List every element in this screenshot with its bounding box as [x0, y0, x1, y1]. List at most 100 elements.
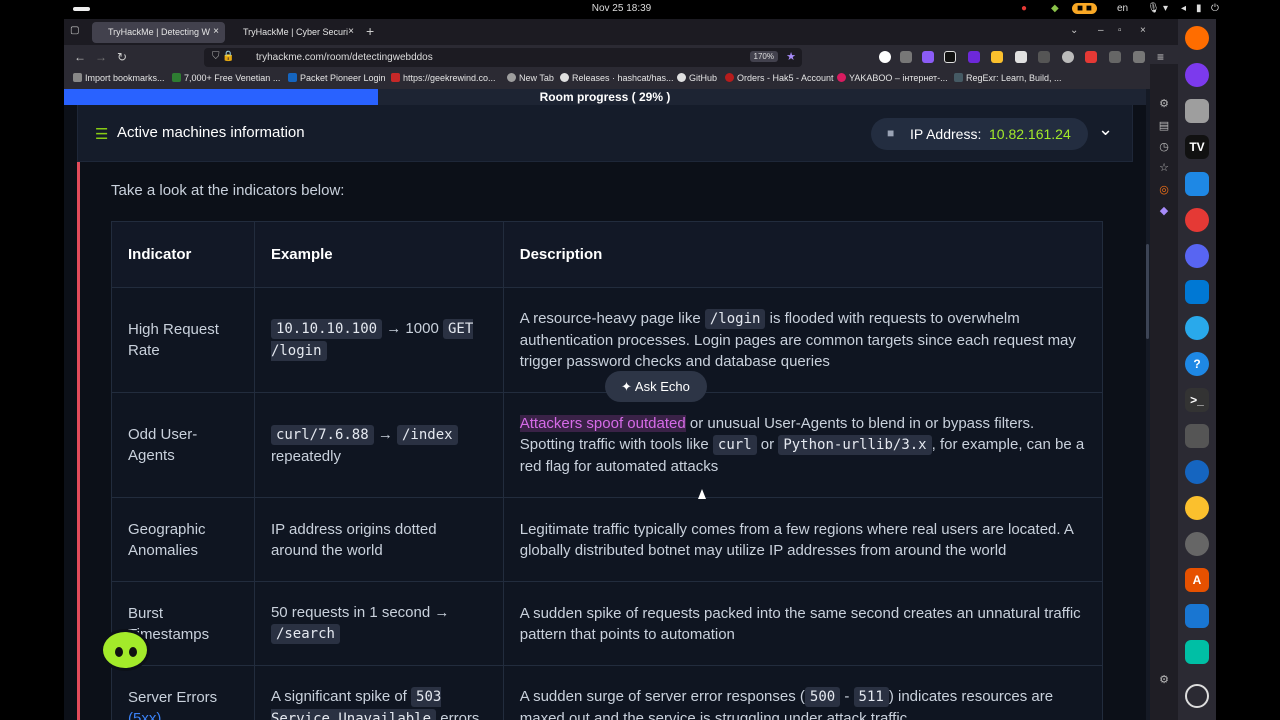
chevron-down-icon[interactable]: ⌄ — [1098, 119, 1113, 140]
description-cell: A resource-heavy page like /login is flo… — [502, 287, 1104, 393]
extension-icon[interactable] — [1085, 51, 1097, 63]
description-cell: A sudden spike of requests packed into t… — [502, 581, 1104, 666]
firefox-icon[interactable] — [1185, 26, 1209, 50]
shield-icon[interactable]: ◆ — [1051, 3, 1059, 14]
mascot-assistant-button[interactable] — [100, 629, 150, 671]
gimp-icon[interactable] — [1185, 424, 1209, 448]
favicon-icon — [172, 73, 181, 82]
bookmark-item[interactable]: Orders - Hak5 - Account — [725, 73, 834, 83]
power-icon[interactable]: ⏻ — [1211, 3, 1219, 14]
help-icon[interactable]: ? — [1185, 352, 1209, 376]
terminal-icon[interactable]: >_ — [1185, 388, 1209, 412]
sidebar-settings-icon[interactable]: ⚙ — [1157, 673, 1171, 687]
reload-icon[interactable]: ↻ — [117, 50, 127, 64]
back-arrow-icon[interactable]: ← — [74, 50, 86, 64]
ask-echo-button[interactable]: ✦ Ask Echo — [605, 371, 707, 402]
extension-icon[interactable] — [1015, 51, 1027, 63]
inline-code: /search — [270, 624, 340, 644]
browser-chrome: ▢ TryHackMe | Detecting W × TryHackMe | … — [64, 19, 1178, 89]
battery-icon[interactable]: ▮ — [1196, 3, 1202, 14]
sidebar-extension-icon[interactable]: ◆ — [1157, 204, 1171, 218]
ip-address-pill[interactable]: ■ IP Address: 10.82.161.24 — [871, 118, 1088, 150]
inline-code: 511 — [853, 687, 889, 707]
extension-icon[interactable] — [922, 51, 934, 63]
bookmark-item[interactable]: Releases · hashcat/has... — [560, 73, 674, 83]
bookmarks-toolbar: Import bookmarks... 7,000+ Free Venetian… — [64, 70, 1178, 89]
extension-icon[interactable] — [879, 51, 891, 63]
bookmark-star-icon[interactable]: ★ — [786, 50, 796, 63]
inline-code: Python-urllib/3.x — [778, 435, 932, 455]
wireshark-icon[interactable] — [1185, 604, 1209, 628]
tab-cyber-security[interactable]: TryHackMe | Cyber Securi × — [227, 22, 360, 43]
tradingview-icon[interactable]: TV — [1185, 135, 1209, 159]
keyboard-layout-indicator[interactable]: en — [1117, 3, 1128, 14]
bookmark-item[interactable]: RegExr: Learn, Build, ... — [954, 73, 1062, 83]
minimize-button[interactable]: – — [1098, 25, 1104, 36]
clock-app-icon[interactable] — [1185, 532, 1209, 556]
ip-address-label: IP Address: — [910, 126, 982, 142]
extension-icon[interactable] — [900, 51, 912, 63]
ubuntu-apps-icon[interactable] — [1185, 684, 1209, 708]
extension-icon[interactable] — [944, 51, 956, 63]
close-window-button[interactable]: × — [1140, 25, 1146, 36]
extension-icon[interactable] — [968, 51, 980, 63]
wifi-icon[interactable]: ▾ — [1163, 3, 1168, 14]
thunderbird-icon[interactable] — [1185, 460, 1209, 484]
sidebar-extension-icon[interactable]: ◎ — [1157, 183, 1171, 197]
close-tab-icon[interactable]: × — [213, 26, 219, 37]
close-tab-icon[interactable]: × — [348, 26, 354, 37]
bookmark-item[interactable]: YAKABOO – інтернет-... — [837, 73, 948, 83]
extension-icon[interactable] — [1062, 51, 1074, 63]
app-indicator-icon[interactable]: ● — [1021, 3, 1027, 14]
rhythmbox-icon[interactable] — [1185, 496, 1209, 520]
tab-detecting-web-ddos[interactable]: TryHackMe | Detecting W × — [92, 22, 225, 43]
microphone-icon[interactable]: 🎙 — [1147, 3, 1160, 14]
history-icon[interactable]: ◷ — [1157, 140, 1171, 154]
bookmark-item[interactable]: GitHub — [677, 73, 717, 83]
bookmark-item[interactable]: New Tab — [507, 73, 554, 83]
app-icon[interactable] — [1185, 640, 1209, 664]
bookmarks-icon[interactable]: ☆ — [1157, 161, 1171, 175]
ip-address-value[interactable]: 10.82.161.24 — [989, 126, 1071, 142]
document-editor-icon[interactable] — [1185, 172, 1209, 196]
extension-icon[interactable] — [1038, 51, 1050, 63]
files-icon[interactable] — [1185, 99, 1209, 123]
new-tab-button[interactable]: + — [366, 23, 374, 39]
inline-code: curl — [712, 435, 757, 455]
task-accent-bar — [77, 162, 80, 720]
maximize-button[interactable]: ▫ — [1118, 25, 1122, 36]
address-bar[interactable]: ⛉ 🔒 tryhackme.com/room/detectingwebddos … — [204, 48, 802, 67]
settings-gear-icon[interactable]: ⚙ — [1157, 97, 1171, 111]
tracking-protection-shield-icon[interactable]: ⛉ 🔒 — [212, 51, 235, 62]
highlighted-text[interactable]: Attackers spoof outdated — [519, 415, 686, 432]
status-code-link[interactable]: (5xx) — [128, 710, 161, 720]
bookmark-item[interactable]: 7,000+ Free Venetian ... — [172, 73, 280, 83]
discord-icon[interactable] — [1185, 244, 1209, 268]
volume-icon[interactable]: ◂ — [1181, 3, 1186, 14]
extension-icon[interactable] — [1133, 51, 1145, 63]
tor-browser-icon[interactable] — [1185, 63, 1209, 87]
screen-record-icon[interactable]: ■ ■ — [1072, 3, 1097, 14]
bookmark-item[interactable]: Packet Pioneer Login — [288, 73, 386, 83]
extension-icon[interactable] — [991, 51, 1003, 63]
ask-echo-label: Ask Echo — [634, 379, 690, 394]
app-icon[interactable] — [1185, 208, 1209, 232]
mascot-eye — [115, 647, 123, 657]
tab-list-chevron-icon[interactable]: ⌄ — [1070, 25, 1078, 36]
bookmark-item[interactable]: https://geekrewind.co... — [391, 73, 496, 83]
url-text[interactable]: tryhackme.com/room/detectingwebddos — [256, 52, 433, 63]
app-center-icon[interactable]: A — [1185, 568, 1209, 592]
table-row: Burst Timestamps 50 requests in 1 second… — [111, 581, 1104, 666]
vscode-icon[interactable] — [1185, 280, 1209, 304]
scrollbar-thumb[interactable] — [1146, 244, 1149, 339]
forward-arrow-icon[interactable]: → — [95, 50, 107, 64]
bookmark-item[interactable]: Import bookmarks... — [73, 73, 165, 83]
inline-code: 10.10.10.100 — [270, 319, 383, 339]
telegram-icon[interactable] — [1185, 316, 1209, 340]
menu-icon[interactable]: ≡ — [1157, 50, 1164, 64]
tab-overview-icon[interactable]: ▢ — [70, 25, 79, 36]
zoom-level[interactable]: 170% — [749, 51, 778, 62]
extension-icon[interactable] — [1109, 51, 1121, 63]
active-machines-panel: ☰ Active machines information ■ IP Addre… — [77, 105, 1133, 162]
sidebar-tool-icon[interactable]: ▤ — [1157, 119, 1171, 133]
